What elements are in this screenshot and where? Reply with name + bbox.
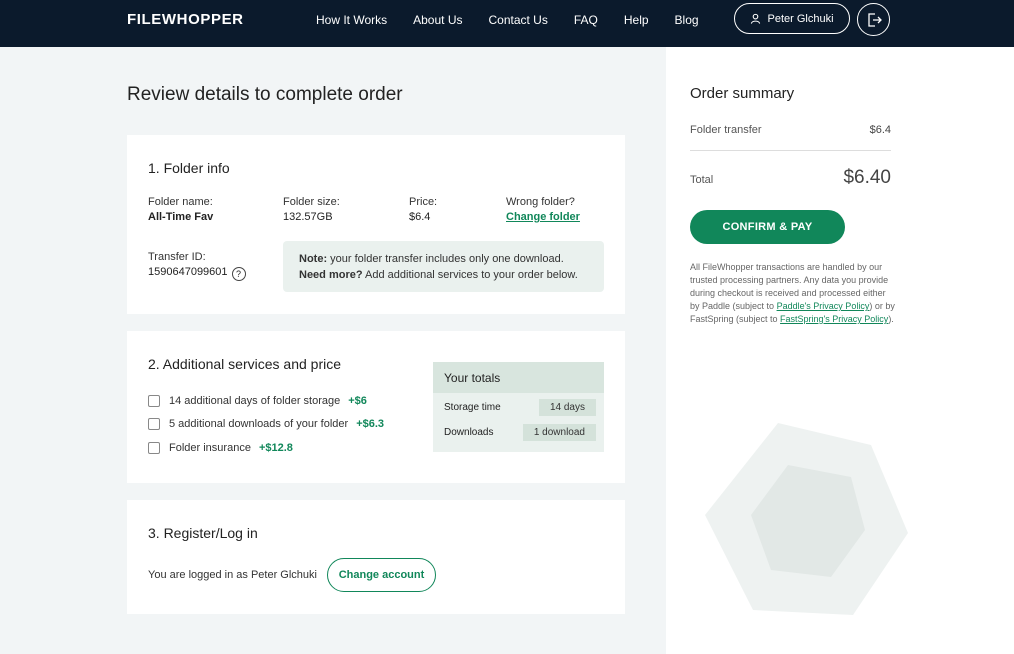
paddle-privacy-link[interactable]: Paddle's Privacy Policy	[777, 301, 870, 311]
note-label: Note:	[299, 253, 328, 265]
wrong-folder-label: Wrong folder?	[506, 196, 575, 208]
total-row: Total $6.40	[690, 167, 891, 189]
transfer-id-value: 1590647099601	[148, 266, 228, 278]
nav-faq[interactable]: FAQ	[574, 13, 598, 27]
downloads-value: 1 download	[522, 424, 596, 441]
folder-transfer-value: $6.4	[869, 124, 891, 136]
storage-checkbox[interactable]	[148, 395, 160, 407]
service-storage-option[interactable]: 14 additional days of folder storage +$6	[148, 395, 367, 407]
order-summary-panel: Order summary Folder transfer $6.4 Total…	[666, 47, 1014, 654]
folder-price-value: $6.4	[409, 211, 431, 223]
service-price: +$6	[348, 395, 367, 407]
fastspring-privacy-link[interactable]: FastSpring's Privacy Policy	[780, 314, 888, 324]
service-label: Folder insurance	[169, 442, 251, 454]
folder-name-value: All-Time Fav	[148, 211, 214, 223]
total-value: $6.40	[843, 167, 891, 188]
additional-services-card: 2. Additional services and price 14 addi…	[127, 331, 625, 483]
folder-info-card: 1. Folder info Folder name: All-Time Fav…	[127, 135, 625, 314]
service-label: 14 additional days of folder storage	[169, 395, 341, 407]
register-heading: 3. Register/Log in	[148, 525, 258, 541]
order-summary-heading: Order summary	[690, 85, 795, 102]
need-more-text: Add additional services to your order be…	[362, 269, 578, 281]
change-folder-link[interactable]: Change folder	[506, 210, 580, 225]
nav-contact-us[interactable]: Contact Us	[488, 13, 547, 27]
confirm-pay-button[interactable]: CONFIRM & PAY	[690, 210, 845, 244]
folder-name-label: Folder name:	[148, 196, 213, 208]
transfer-id-field: Transfer ID: 1590647099601?	[148, 250, 246, 281]
nav-how-it-works[interactable]: How It Works	[316, 13, 387, 27]
folder-transfer-label: Folder transfer	[690, 124, 762, 136]
folder-info-heading: 1. Folder info	[148, 160, 230, 176]
insurance-checkbox[interactable]	[148, 442, 160, 454]
filewhopper-logo[interactable]: FILEWHOPPER	[127, 11, 244, 28]
main-nav: How It Works About Us Contact Us FAQ Hel…	[316, 13, 725, 27]
user-name: Peter Glchuki	[767, 12, 834, 25]
disclaimer-text: ).	[888, 314, 894, 324]
downloads-row: Downloads 1 download	[444, 424, 596, 441]
top-navbar: FILEWHOPPER How It Works About Us Contac…	[0, 0, 1014, 47]
storage-time-row: Storage time 14 days	[444, 399, 596, 416]
service-price: +$6.3	[356, 418, 385, 430]
folder-size-value: 132.57GB	[283, 211, 333, 223]
services-heading: 2. Additional services and price	[148, 356, 341, 372]
folder-name-field: Folder name: All-Time Fav	[148, 195, 213, 225]
nav-blog[interactable]: Blog	[675, 13, 699, 27]
folder-transfer-row: Folder transfer $6.4	[690, 124, 891, 136]
service-label: 5 additional downloads of your folder	[169, 418, 349, 430]
need-more-label: Need more?	[299, 269, 363, 281]
nav-about-us[interactable]: About Us	[413, 13, 462, 27]
service-price: +$12.8	[258, 442, 293, 454]
page-title: Review details to complete order	[127, 84, 403, 105]
folder-size-label: Folder size:	[283, 196, 340, 208]
folder-size-field: Folder size: 132.57GB	[283, 195, 340, 225]
register-login-card: 3. Register/Log in You are logged in as …	[127, 500, 625, 614]
download-note: Note: your folder transfer includes only…	[283, 241, 604, 292]
folder-price-field: Price: $6.4	[409, 195, 437, 225]
your-totals-box: Your totals Storage time 14 days Downloa…	[433, 362, 604, 452]
logged-in-text: You are logged in as Peter Glchuki	[148, 569, 317, 581]
service-downloads-option[interactable]: 5 additional downloads of your folder +$…	[148, 418, 384, 430]
storage-time-value: 14 days	[538, 399, 596, 416]
change-account-button[interactable]: Change account	[327, 558, 436, 592]
transfer-id-label: Transfer ID:	[148, 251, 206, 263]
totals-heading: Your totals	[433, 362, 604, 393]
downloads-checkbox[interactable]	[148, 418, 160, 430]
wrong-folder-field: Wrong folder? Change folder	[506, 195, 580, 225]
nav-help[interactable]: Help	[624, 13, 649, 27]
decorative-hexagon	[705, 423, 908, 615]
service-insurance-option[interactable]: Folder insurance +$12.8	[148, 442, 293, 454]
note-text: your folder transfer includes only one d…	[327, 253, 564, 265]
payment-disclaimer: All FileWhopper transactions are handled…	[690, 261, 896, 326]
user-icon	[751, 13, 761, 24]
logout-button[interactable]	[857, 3, 890, 36]
help-icon[interactable]: ?	[231, 267, 246, 281]
user-account-button[interactable]: Peter Glchuki	[734, 3, 850, 34]
logout-icon	[867, 12, 882, 27]
downloads-label: Downloads	[444, 427, 494, 438]
summary-divider	[690, 150, 891, 151]
folder-price-label: Price:	[409, 196, 438, 208]
storage-time-label: Storage time	[444, 402, 501, 413]
total-label: Total	[690, 174, 714, 186]
